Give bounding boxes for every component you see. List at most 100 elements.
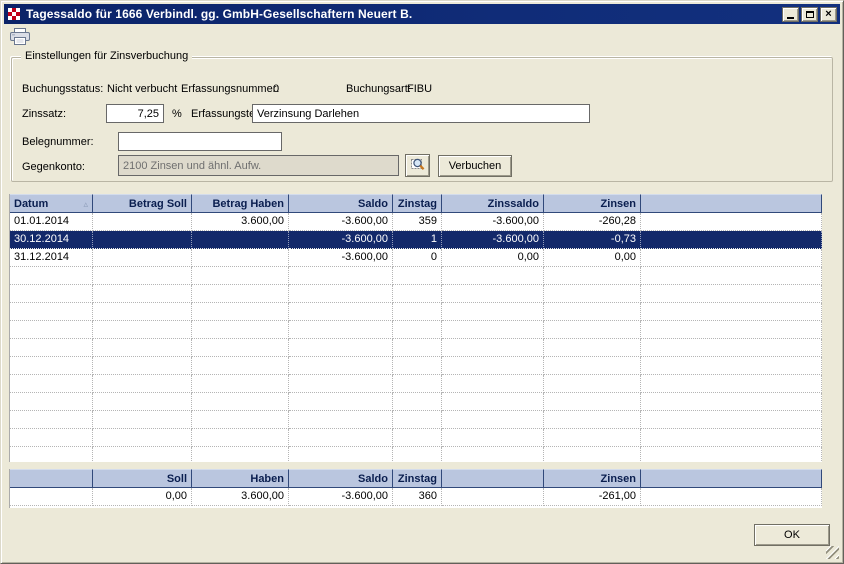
table-cell	[641, 213, 822, 231]
table-cell: -0,73	[544, 231, 641, 249]
table-cell	[641, 285, 822, 303]
ok-button[interactable]: OK	[754, 524, 830, 546]
column-header-zinstag[interactable]: Zinstag	[393, 469, 442, 488]
table-cell	[442, 375, 544, 393]
belegnummer-input[interactable]	[118, 132, 282, 151]
table-cell	[289, 411, 393, 429]
buchungsstatus-value: Nicht verbucht	[107, 83, 177, 96]
table-cell	[10, 488, 93, 506]
summary-table: SollHabenSaldoZinstagZinsen0,003.600,00-…	[9, 469, 822, 508]
minimize-button[interactable]	[782, 7, 799, 22]
column-header-label: Haben	[250, 470, 284, 487]
table-cell	[93, 249, 192, 267]
buchungsart-label: Buchungsart:	[346, 83, 411, 96]
print-button[interactable]	[7, 28, 33, 48]
table-cell	[442, 429, 544, 447]
table-row	[10, 447, 822, 462]
table-cell	[641, 267, 822, 285]
column-header-blank-7[interactable]	[641, 194, 822, 213]
table-cell: 0	[393, 249, 442, 267]
column-header-haben[interactable]: Haben	[192, 469, 289, 488]
maximize-button[interactable]	[801, 7, 818, 22]
table-row	[10, 267, 822, 285]
table-cell	[393, 447, 442, 462]
column-header-soll[interactable]: Soll	[93, 469, 192, 488]
column-header-betrag-haben[interactable]: Betrag Haben	[192, 194, 289, 213]
column-header-label: Zinssaldo	[488, 195, 539, 212]
table-cell: 3.600,00	[192, 213, 289, 231]
window-title: Tagessaldo für 1666 Verbindl. gg. GmbH-G…	[26, 7, 782, 21]
table-cell	[10, 303, 93, 321]
table-cell	[289, 303, 393, 321]
table-cell	[93, 267, 192, 285]
table-cell	[93, 321, 192, 339]
table-cell: 0,00	[442, 249, 544, 267]
verbuchen-button[interactable]: Verbuchen	[438, 155, 512, 177]
table-cell	[544, 393, 641, 411]
column-header-blank-7[interactable]	[641, 469, 822, 488]
table-cell	[544, 285, 641, 303]
table-cell	[93, 357, 192, 375]
table-cell	[289, 267, 393, 285]
table-cell	[544, 447, 641, 462]
table-row[interactable]: 31.12.2014-3.600,0000,000,00	[10, 249, 822, 267]
table-cell	[93, 393, 192, 411]
table-cell	[10, 285, 93, 303]
table-cell: 30.12.2014	[10, 231, 93, 249]
column-header-zinsen[interactable]: Zinsen	[544, 194, 641, 213]
table-header-row: Soll Haben SaldoZinstag Zinsen	[10, 469, 822, 488]
table-cell	[289, 285, 393, 303]
erfassungstext-input[interactable]	[252, 104, 590, 123]
column-header-label: Soll	[167, 470, 187, 487]
table-cell	[289, 321, 393, 339]
table-cell: 0,00	[93, 488, 192, 506]
table-cell	[289, 393, 393, 411]
column-header-saldo[interactable]: Saldo	[289, 469, 393, 488]
resize-grip-icon[interactable]	[826, 546, 839, 559]
gegenkonto-browse-button[interactable]	[405, 154, 430, 177]
column-header-label: Saldo	[358, 195, 388, 212]
table-cell	[192, 231, 289, 249]
table-cell	[93, 447, 192, 462]
table-cell	[93, 411, 192, 429]
table-cell	[192, 249, 289, 267]
column-header-zinstag[interactable]: Zinstag	[393, 194, 442, 213]
column-header-label: Zinsen	[601, 195, 636, 212]
column-header-betrag-soll[interactable]: Betrag Soll	[93, 194, 192, 213]
table-cell	[393, 267, 442, 285]
zinssatz-input[interactable]	[106, 104, 164, 123]
erfassungsnummer-value: 0	[273, 83, 279, 96]
table-cell	[544, 321, 641, 339]
close-button[interactable]: ×	[820, 7, 837, 22]
table-row[interactable]: 01.01.20143.600,00-3.600,00359-3.600,00-…	[10, 213, 822, 231]
table-cell	[442, 285, 544, 303]
column-header-datum[interactable]: Datum▵	[10, 194, 93, 213]
column-header-zinsen[interactable]: Zinsen	[544, 469, 641, 488]
table-row-selected[interactable]: 30.12.2014-3.600,001-3.600,00-0,73	[10, 231, 822, 249]
table-cell	[192, 411, 289, 429]
percent-label: %	[172, 108, 182, 121]
column-header-blank-0[interactable]	[10, 469, 93, 488]
table-cell	[393, 429, 442, 447]
daily-balance-table: Datum▵Betrag SollBetrag Haben Saldo Zinsta…	[9, 194, 822, 462]
app-icon	[7, 7, 21, 21]
table-cell	[393, 357, 442, 375]
column-header-blank-5[interactable]	[442, 469, 544, 488]
table-row	[10, 411, 822, 429]
column-header-zinssaldo[interactable]: Zinssaldo	[442, 194, 544, 213]
table-cell	[442, 447, 544, 462]
table-cell	[641, 488, 822, 506]
table-row	[10, 393, 822, 411]
table-cell	[641, 339, 822, 357]
table-cell	[93, 375, 192, 393]
table-cell: 31.12.2014	[10, 249, 93, 267]
gegenkonto-label: Gegenkonto:	[22, 161, 85, 174]
table-cell: -3.600,00	[289, 488, 393, 506]
title-bar: Tagessaldo für 1666 Verbindl. gg. GmbH-G…	[4, 4, 840, 24]
table-cell	[442, 488, 544, 506]
table-cell	[192, 321, 289, 339]
table-row	[10, 321, 822, 339]
column-header-saldo[interactable]: Saldo	[289, 194, 393, 213]
table-cell	[10, 411, 93, 429]
table-cell	[192, 447, 289, 462]
